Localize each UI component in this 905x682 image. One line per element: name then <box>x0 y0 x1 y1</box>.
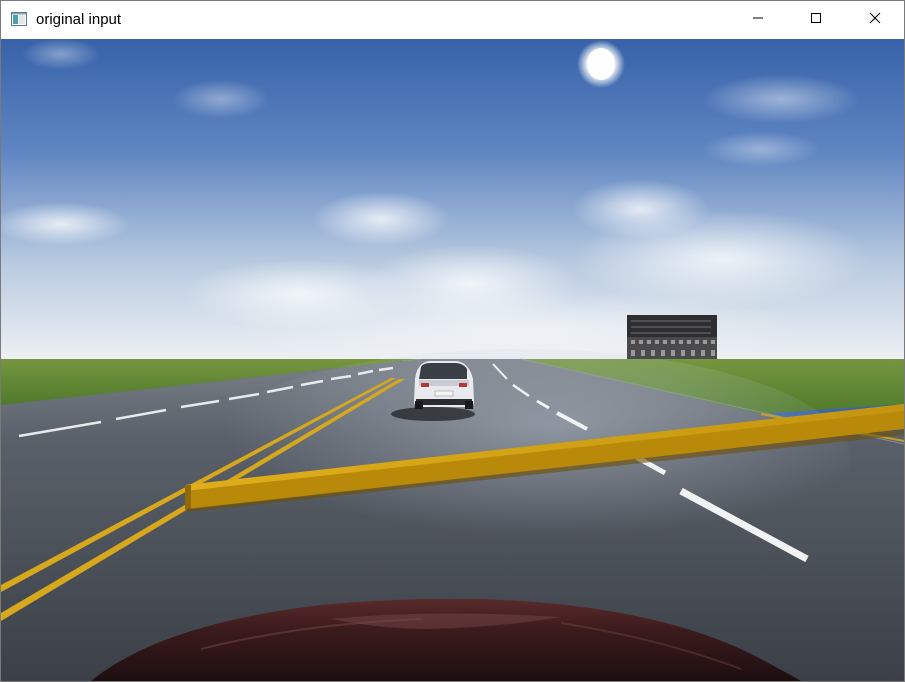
title-bar[interactable]: original input <box>1 1 904 39</box>
image-view <box>1 39 904 681</box>
driving-scene <box>1 39 904 681</box>
close-icon <box>869 11 881 29</box>
application-window: original input <box>0 0 905 682</box>
building <box>627 315 717 359</box>
minimize-icon <box>752 11 764 29</box>
close-button[interactable] <box>846 1 904 39</box>
app-icon <box>11 12 27 26</box>
sun <box>577 40 625 88</box>
maximize-icon <box>810 11 822 29</box>
window-title: original input <box>36 11 122 28</box>
minimize-button[interactable] <box>729 1 787 39</box>
maximize-button[interactable] <box>787 1 845 39</box>
